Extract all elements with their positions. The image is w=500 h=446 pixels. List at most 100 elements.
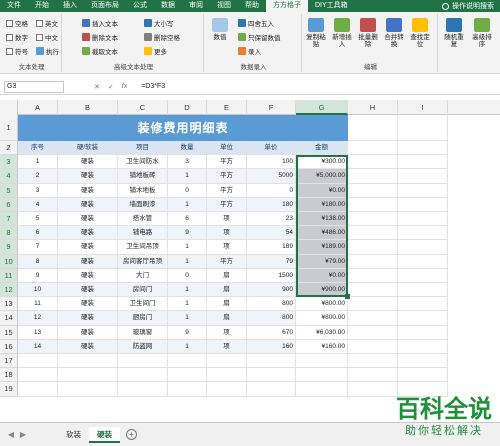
table-cell[interactable]: 1 — [168, 169, 207, 184]
empty-cell[interactable] — [398, 283, 448, 298]
empty-cell[interactable] — [398, 212, 448, 227]
table-cell[interactable]: 硬装 — [58, 183, 118, 198]
row-header[interactable]: 11 — [0, 268, 18, 283]
empty-cell[interactable] — [348, 254, 398, 269]
row-header[interactable]: 19 — [0, 382, 18, 397]
table-cell[interactable]: 项 — [207, 240, 247, 255]
empty-cell[interactable] — [348, 382, 398, 397]
next-sheet-icon[interactable]: ▶ — [18, 430, 28, 439]
table-cell[interactable]: 7 — [18, 240, 58, 255]
column-header[interactable]: F — [247, 100, 296, 115]
table-cell[interactable]: 5 — [18, 212, 58, 227]
row-header[interactable]: 7 — [0, 212, 18, 227]
table-cell[interactable]: 硬装 — [58, 240, 118, 255]
table-cell[interactable]: 0 — [247, 183, 296, 198]
entry-button[interactable]: 录入 — [238, 46, 261, 56]
empty-cell[interactable] — [296, 354, 348, 369]
name-box[interactable]: G3 — [4, 80, 64, 93]
table-cell[interactable]: 1 — [168, 254, 207, 269]
table-cell[interactable]: 硬装 — [58, 169, 118, 184]
table-cell[interactable]: 项 — [207, 212, 247, 227]
row-header[interactable]: 4 — [0, 169, 18, 184]
empty-cell[interactable] — [348, 354, 398, 369]
table-cell[interactable]: 14 — [18, 339, 58, 354]
empty-cell[interactable] — [168, 368, 207, 383]
select-all-corner[interactable] — [0, 100, 18, 115]
prev-sheet-icon[interactable]: ◀ — [6, 430, 16, 439]
table-cell[interactable]: 3 — [168, 155, 207, 170]
empty-cell[interactable] — [18, 368, 58, 383]
row-header[interactable]: 8 — [0, 226, 18, 241]
table-cell[interactable]: 3 — [18, 183, 58, 198]
copy-paste-button[interactable]: 复制粘贴 — [304, 18, 328, 48]
round-button[interactable]: 四舍五入 — [238, 18, 274, 28]
empty-cell[interactable] — [348, 226, 398, 241]
column-header[interactable]: I — [398, 100, 448, 115]
checkbox-space[interactable]: 空格 — [6, 18, 28, 28]
table-cell[interactable]: 189 — [247, 240, 296, 255]
ribbon-tab[interactable]: 数据 — [154, 0, 182, 12]
insert-new-button[interactable]: 新增插入 — [330, 18, 354, 48]
extract-text-button[interactable]: 截取文本 — [82, 46, 118, 56]
empty-cell[interactable] — [398, 169, 448, 184]
table-cell[interactable]: 项 — [207, 325, 247, 340]
empty-cell[interactable] — [398, 240, 448, 255]
table-cell[interactable]: 800 — [247, 311, 296, 326]
table-cell[interactable]: 搭水管 — [118, 212, 168, 227]
row-header[interactable]: 5 — [0, 183, 18, 198]
table-cell[interactable]: 10 — [18, 283, 58, 298]
table-cell[interactable]: 800 — [247, 297, 296, 312]
table-cell[interactable]: 房间客厅吊顶 — [118, 254, 168, 269]
random-repeat-button[interactable]: 随机重复 — [442, 18, 466, 48]
table-cell[interactable]: 79 — [247, 254, 296, 269]
row-header[interactable]: 15 — [0, 325, 18, 340]
empty-cell[interactable] — [247, 368, 296, 383]
table-cell[interactable]: 1 — [168, 339, 207, 354]
table-header-cell[interactable]: 硬/软装 — [58, 141, 118, 156]
delete-space-button[interactable]: 删除空格 — [144, 32, 180, 42]
empty-cell[interactable] — [398, 268, 448, 283]
empty-cell[interactable] — [168, 382, 207, 397]
checkbox-english[interactable]: 英文 — [36, 18, 58, 28]
table-cell[interactable]: 9 — [168, 226, 207, 241]
table-cell[interactable]: 硬装 — [58, 297, 118, 312]
table-cell[interactable]: 2 — [18, 169, 58, 184]
find-locate-button[interactable]: 查找定位 — [408, 18, 432, 48]
case-button[interactable]: 大小写 — [144, 18, 174, 28]
empty-cell[interactable] — [348, 283, 398, 298]
table-cell[interactable]: 扇 — [207, 311, 247, 326]
table-cell[interactable]: 平方 — [207, 169, 247, 184]
empty-cell[interactable] — [207, 354, 247, 369]
empty-cell[interactable] — [348, 212, 398, 227]
table-cell[interactable]: 11 — [18, 297, 58, 312]
spreadsheet-grid[interactable]: ABCDEFGHI 1 2 3 4 5 6 7 8 9 10 11 12 13 14 15 16 17 18 19 装… — [0, 100, 500, 418]
empty-cell[interactable] — [398, 155, 448, 170]
table-cell[interactable]: 180 — [247, 197, 296, 212]
table-cell[interactable]: 扇 — [207, 283, 247, 298]
empty-cell[interactable] — [348, 268, 398, 283]
batch-delete-button[interactable]: 批量删除 — [356, 18, 380, 48]
empty-cell[interactable] — [118, 382, 168, 397]
ribbon-tab[interactable]: 视图 — [210, 0, 238, 12]
table-cell[interactable]: 硬装 — [58, 226, 118, 241]
checkbox-number[interactable]: 数字 — [6, 32, 28, 42]
table-cell[interactable]: 铺木地板 — [118, 183, 168, 198]
table-cell[interactable]: 0 — [168, 268, 207, 283]
table-cell[interactable]: 1500 — [247, 268, 296, 283]
empty-cell[interactable] — [18, 354, 58, 369]
table-cell[interactable]: 0 — [168, 183, 207, 198]
table-cell[interactable]: 硬装 — [58, 283, 118, 298]
table-cell[interactable]: 1 — [168, 297, 207, 312]
ribbon-tab[interactable]: 方方格子 — [266, 0, 308, 12]
empty-cell[interactable] — [348, 240, 398, 255]
row-header[interactable]: 2 — [0, 141, 18, 156]
column-header[interactable]: A — [18, 100, 58, 115]
empty-cell[interactable] — [58, 382, 118, 397]
table-cell[interactable]: 12 — [18, 311, 58, 326]
checkbox-symbol[interactable]: 符号 — [6, 46, 28, 56]
table-cell[interactable]: 8 — [18, 254, 58, 269]
ribbon-tab[interactable]: 文件 — [0, 0, 28, 12]
checkbox-chinese[interactable]: 中文 — [36, 32, 58, 42]
sheet-tab[interactable]: 软装 — [58, 427, 89, 443]
table-cell[interactable]: 6 — [18, 226, 58, 241]
